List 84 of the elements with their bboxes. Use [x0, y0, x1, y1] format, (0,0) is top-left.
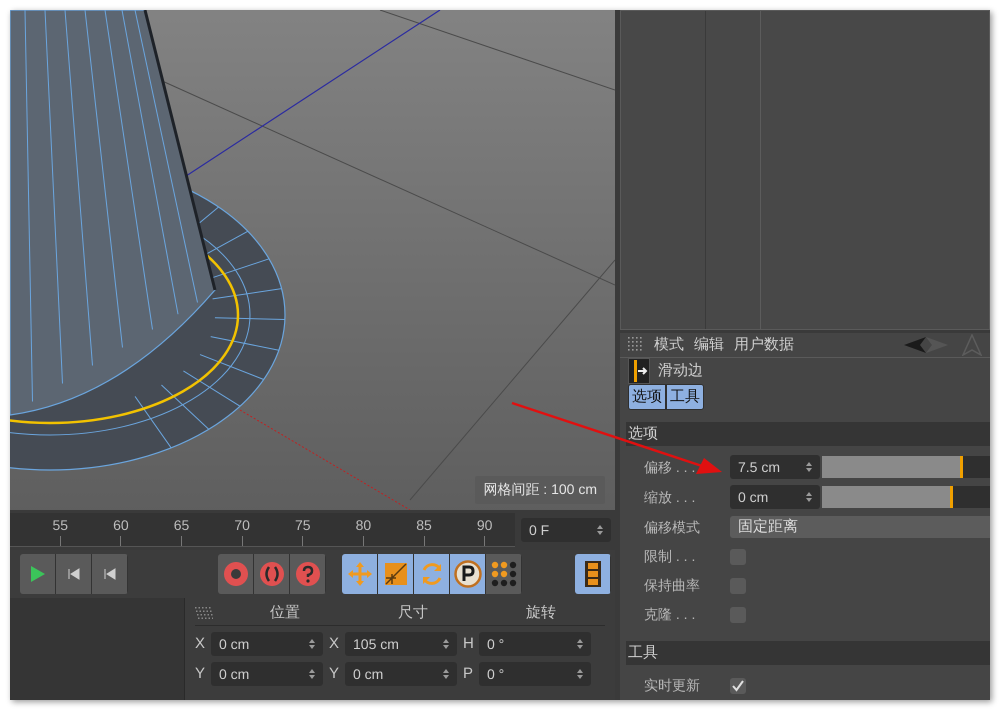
dots-tool-button[interactable] [486, 554, 522, 594]
spinner-arrows-icon[interactable] [443, 669, 449, 679]
parameter-label: 实时更新 [644, 676, 701, 695]
slider-track[interactable] [822, 456, 990, 478]
column-header: 旋转 [525, 603, 557, 624]
help-icon [294, 561, 320, 587]
param-tool-button[interactable] [450, 554, 486, 594]
spinner-arrows-icon[interactable] [577, 669, 583, 679]
help-tool-button[interactable] [290, 554, 326, 594]
step-icon [102, 567, 116, 581]
parameter-label: 偏移 . . . [644, 458, 696, 476]
move-icon [346, 561, 372, 587]
axis-label: X [195, 634, 206, 654]
keys-tool-button[interactable] [254, 554, 290, 594]
keyframe-icon [258, 561, 284, 587]
spinner-arrows-icon[interactable] [443, 639, 449, 649]
frame-number: 70 [234, 516, 250, 535]
frame-number: 55 [52, 516, 68, 535]
check-icon [732, 680, 744, 692]
grip-icon[interactable] [195, 606, 213, 620]
menu-item[interactable]: 编辑 [694, 334, 724, 356]
rotate-tool-button[interactable] [414, 554, 450, 594]
number-field[interactable]: 0 F [521, 518, 611, 542]
grip-icon[interactable] [628, 337, 644, 353]
number-field[interactable]: 0 cm [211, 632, 323, 656]
spinner-arrows-icon[interactable] [309, 639, 315, 649]
checkbox[interactable] [730, 678, 746, 694]
parameter-label: 偏移模式 [644, 518, 701, 536]
dot-grid-icon [490, 561, 516, 587]
frame-number: 85 [416, 516, 432, 535]
number-field[interactable]: 105 cm [345, 632, 457, 656]
number-field[interactable]: 0 cm [211, 662, 323, 686]
axis-label: X [329, 634, 340, 654]
frame-number: 90 [476, 516, 492, 535]
film-tool-button[interactable] [575, 554, 611, 594]
number-field[interactable]: 0 cm [730, 485, 820, 509]
grid-spacing-label: 网格间距 : 100 cm [483, 481, 597, 497]
spinner-arrows-icon[interactable] [597, 525, 603, 535]
film-icon [584, 560, 602, 588]
menu-item[interactable]: 用户数据 [734, 334, 794, 356]
spinner-arrows-icon[interactable] [806, 492, 812, 502]
spinner-arrows-icon[interactable] [806, 462, 812, 472]
parameter-label: 保持曲率 [644, 576, 701, 595]
column-header: 位置 [269, 603, 301, 624]
slider-fill[interactable] [822, 456, 964, 478]
play-icon [30, 566, 44, 582]
number-field[interactable]: 0 cm [345, 662, 457, 686]
frame-number: 80 [356, 516, 372, 535]
tab[interactable]: 选项 [628, 384, 666, 410]
timeline-ruler[interactable]: 55 60 65 70 75 80 85 90 [10, 513, 515, 547]
frame-number: 75 [295, 516, 311, 535]
play-tool-button[interactable] [20, 554, 56, 594]
tab[interactable]: 工具 [666, 384, 704, 410]
number-field[interactable]: 0 ° [479, 632, 591, 656]
frame-number: 60 [113, 516, 129, 535]
column-header: 尺寸 [397, 603, 429, 624]
slider-track[interactable] [822, 486, 990, 508]
move-tool-button[interactable] [342, 554, 378, 594]
section-header: 选项 [626, 422, 990, 446]
record-tool-button[interactable] [218, 554, 254, 594]
section-header: 工具 [626, 641, 990, 665]
number-field[interactable]: 7.5 cm [730, 455, 820, 479]
dropdown[interactable]: 固定距离 [730, 516, 990, 538]
number-field[interactable]: 0 ° [479, 662, 591, 686]
record-icon [222, 561, 248, 587]
spinner-arrows-icon[interactable] [309, 669, 315, 679]
step-tool-button[interactable] [56, 554, 92, 594]
parameter-label: 克隆 . . . [644, 605, 696, 624]
frame-number: 65 [174, 516, 190, 535]
scale-icon [384, 562, 408, 586]
axis-label: P [463, 664, 474, 684]
parameter-label: 限制 . . . [644, 547, 696, 566]
parameter-icon [454, 560, 482, 588]
slider-fill[interactable] [822, 486, 954, 508]
scale-tool-button[interactable] [378, 554, 414, 594]
menu-item[interactable]: 模式 [654, 334, 684, 356]
axis-label: Y [195, 664, 206, 684]
step-icon [66, 567, 80, 581]
axis-label: H [463, 634, 475, 654]
parameter-label: 缩放 . . . [644, 488, 696, 506]
axis-label: Y [329, 664, 340, 684]
step-tool-button[interactable] [92, 554, 128, 594]
spinner-arrows-icon[interactable] [577, 639, 583, 649]
tool-title: 滑动边 [658, 360, 703, 381]
